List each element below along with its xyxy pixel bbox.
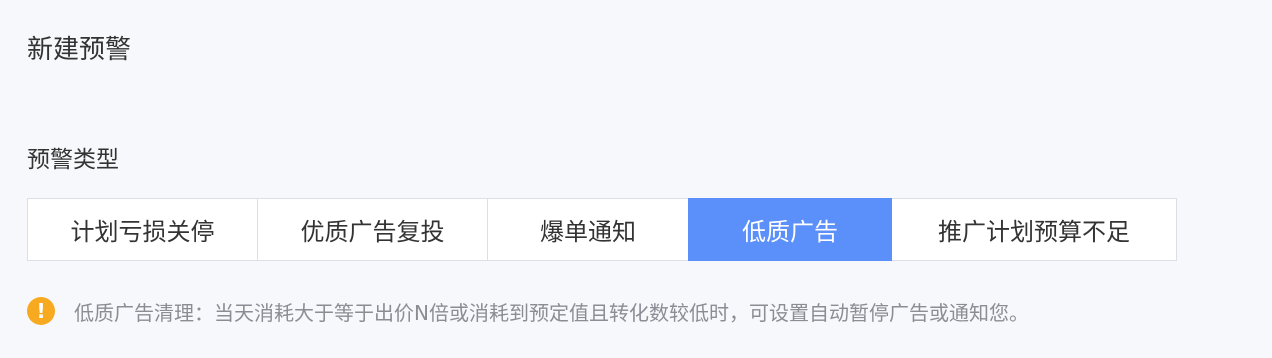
alert-type-option-low-quality[interactable]: 低质广告 — [688, 198, 892, 261]
warning-icon: ! — [27, 297, 55, 325]
alert-description-text: 低质广告清理：当天消耗大于等于出价N倍或消耗到预定值且转化数较低时，可设置自动暂… — [74, 300, 1029, 325]
new-alert-panel: 新建预警 预警类型 计划亏损关停 优质广告复投 爆单通知 低质广告 推广计划预算… — [0, 0, 1272, 358]
alert-type-option-loss-stop[interactable]: 计划亏损关停 — [27, 198, 258, 261]
alert-description: ! 低质广告清理：当天消耗大于等于出价N倍或消耗到预定值且转化数较低时，可设置自… — [27, 295, 1029, 327]
alert-type-option-hot-order[interactable]: 爆单通知 — [487, 198, 689, 261]
alert-type-option-quality-resume[interactable]: 优质广告复投 — [257, 198, 488, 261]
alert-type-selector: 计划亏损关停 优质广告复投 爆单通知 低质广告 推广计划预算不足 — [27, 198, 1177, 261]
alert-type-option-budget-low[interactable]: 推广计划预算不足 — [891, 198, 1177, 261]
alert-type-label: 预警类型 — [27, 147, 119, 173]
page-title: 新建预警 — [27, 35, 132, 65]
